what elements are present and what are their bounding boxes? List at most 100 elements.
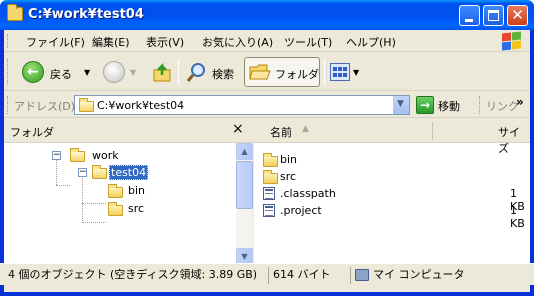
menu-tools[interactable]: ツール(T) — [284, 34, 332, 50]
back-button[interactable]: ← — [22, 61, 44, 83]
menu-help[interactable]: ヘルプ(H) — [346, 34, 396, 50]
folder-pane-header: フォルダ × — [4, 119, 253, 143]
windows-logo-icon — [500, 31, 522, 51]
tree-item-label[interactable]: bin — [126, 183, 147, 198]
go-arrow-icon[interactable]: → — [416, 96, 434, 114]
forward-arrow-icon: → — [108, 64, 120, 80]
folder-icon — [263, 153, 278, 167]
menu-edit[interactable]: 編集(E) — [92, 34, 130, 50]
list-item[interactable]: .classpath 1 KB — [262, 186, 530, 213]
forward-button[interactable]: → — [103, 61, 125, 83]
tree-item-test04[interactable]: − test04 — [78, 165, 236, 182]
folder-pane-title: フォルダ — [10, 126, 54, 139]
menu-view[interactable]: 表示(V) — [146, 34, 184, 50]
tree-item-work[interactable]: − work — [52, 148, 232, 165]
address-input[interactable]: C:¥work¥test04 ▼ — [74, 95, 410, 115]
title-bar[interactable]: C:¥work¥test04 ✕ — [0, 0, 534, 30]
column-divider[interactable] — [432, 122, 433, 140]
folder-icon — [92, 165, 107, 179]
scroll-thumb[interactable] — [236, 161, 253, 209]
collapse-icon[interactable]: − — [52, 151, 61, 160]
status-location-label: マイ コンピュータ — [373, 268, 465, 281]
toolbar-grip[interactable] — [7, 59, 10, 85]
folder-icon — [7, 4, 23, 21]
address-bar: アドレス(D) C:¥work¥test04 ▼ → 移動 リンク » — [4, 92, 530, 118]
folders-label: フォルダ — [275, 68, 319, 81]
address-label: アドレス(D) — [14, 100, 76, 113]
links-label[interactable]: リンク — [486, 98, 519, 114]
links-grip[interactable] — [479, 96, 482, 114]
search-icon[interactable] — [186, 61, 208, 83]
file-name: src — [280, 170, 297, 183]
explorer-window: C:¥work¥test04 ✕ ファイル(F) 編集(E) 表示(V) お気に… — [0, 0, 534, 296]
back-arrow-icon: ← — [27, 64, 39, 80]
close-pane-button[interactable]: × — [232, 121, 244, 137]
folders-button[interactable]: フォルダ — [244, 57, 320, 87]
folders-icon — [249, 64, 271, 80]
tree-line — [82, 203, 106, 204]
menu-bar: ファイル(F) 編集(E) 表示(V) お気に入り(A) ツール(T) ヘルプ(… — [4, 30, 530, 52]
minimize-icon — [465, 19, 473, 22]
tree-item-label[interactable]: test04 — [109, 165, 149, 180]
document-icon — [263, 187, 275, 200]
window-client: ファイル(F) 編集(E) 表示(V) お気に入り(A) ツール(T) ヘルプ(… — [4, 30, 530, 292]
document-icon — [263, 204, 275, 217]
folder-icon — [79, 98, 94, 112]
folder-icon — [108, 202, 123, 216]
my-computer-icon — [355, 269, 369, 281]
tree-vertical-scrollbar[interactable]: ▲ ▼ — [236, 143, 253, 265]
views-dropdown-icon[interactable]: ▼ — [353, 68, 359, 77]
maximize-icon — [488, 10, 499, 21]
status-size: 614 バイト — [268, 267, 348, 284]
chevron-right-icon[interactable]: » — [516, 95, 524, 109]
go-button[interactable]: 移動 — [438, 98, 460, 114]
list-item[interactable]: bin — [262, 152, 530, 168]
status-objects: 4 個のオブジェクト (空きディスク領域: 3.89 GB) — [8, 268, 258, 281]
file-list-pane: 名前 ▲ サイズ bin src .classpath 1 KB .projec… — [254, 119, 530, 265]
folder-icon — [108, 184, 123, 198]
sort-ascending-icon: ▲ — [302, 124, 309, 134]
address-value[interactable]: C:¥work¥test04 — [97, 99, 184, 112]
tree-item-src[interactable]: src — [106, 201, 226, 218]
folder-tree: − work − test04 bin src — [4, 143, 236, 265]
menu-file[interactable]: ファイル(F) — [26, 34, 85, 50]
toolbar-separator — [178, 59, 179, 85]
back-label[interactable]: 戻る — [50, 66, 72, 82]
folder-icon — [70, 148, 85, 162]
menu-grip[interactable] — [7, 34, 10, 48]
status-location: マイ コンピュータ — [350, 267, 530, 284]
address-dropdown-button[interactable]: ▼ — [392, 96, 409, 114]
tree-item-label[interactable]: src — [126, 201, 146, 216]
folder-icon — [263, 170, 278, 184]
file-list-header: 名前 ▲ サイズ — [254, 119, 530, 155]
list-item[interactable]: .project 1 KB — [262, 203, 530, 230]
forward-dropdown-icon[interactable]: ▼ — [130, 68, 136, 77]
scroll-up-icon[interactable]: ▲ — [236, 143, 253, 160]
tree-line — [82, 222, 106, 223]
tree-item-bin[interactable]: bin — [106, 183, 226, 200]
tree-line — [56, 185, 70, 186]
menu-favorites[interactable]: お気に入り(A) — [202, 34, 273, 50]
list-item[interactable]: src — [262, 169, 530, 185]
views-button[interactable] — [330, 63, 350, 81]
file-name: bin — [280, 153, 298, 166]
toolbar-separator — [324, 59, 325, 85]
file-name: .project — [280, 204, 322, 217]
file-size: 1 KB — [510, 204, 525, 230]
column-name-header[interactable]: 名前 — [270, 124, 292, 140]
search-label[interactable]: 検索 — [212, 66, 234, 82]
window-title: C:¥work¥test04 — [28, 7, 144, 22]
tree-item-label[interactable]: work — [90, 148, 121, 163]
minimize-button[interactable] — [459, 5, 480, 26]
up-folder-icon[interactable] — [152, 61, 174, 83]
back-dropdown-icon[interactable]: ▼ — [84, 68, 90, 77]
status-bar: 4 個のオブジェクト (空きディスク領域: 3.89 GB) 614 バイト マ… — [0, 263, 534, 285]
folder-tree-pane: フォルダ × − work − test04 bin src ▲ ▼ — [4, 119, 253, 265]
address-grip[interactable] — [7, 96, 10, 114]
maximize-button[interactable] — [483, 5, 504, 26]
collapse-icon[interactable]: − — [78, 168, 87, 177]
chevron-down-icon: ▼ — [397, 99, 404, 109]
close-button[interactable]: ✕ — [507, 5, 528, 26]
standard-toolbar: ← 戻る ▼ → ▼ 検索 フォルダ ▼ — [4, 53, 530, 91]
close-icon: ✕ — [511, 6, 524, 24]
